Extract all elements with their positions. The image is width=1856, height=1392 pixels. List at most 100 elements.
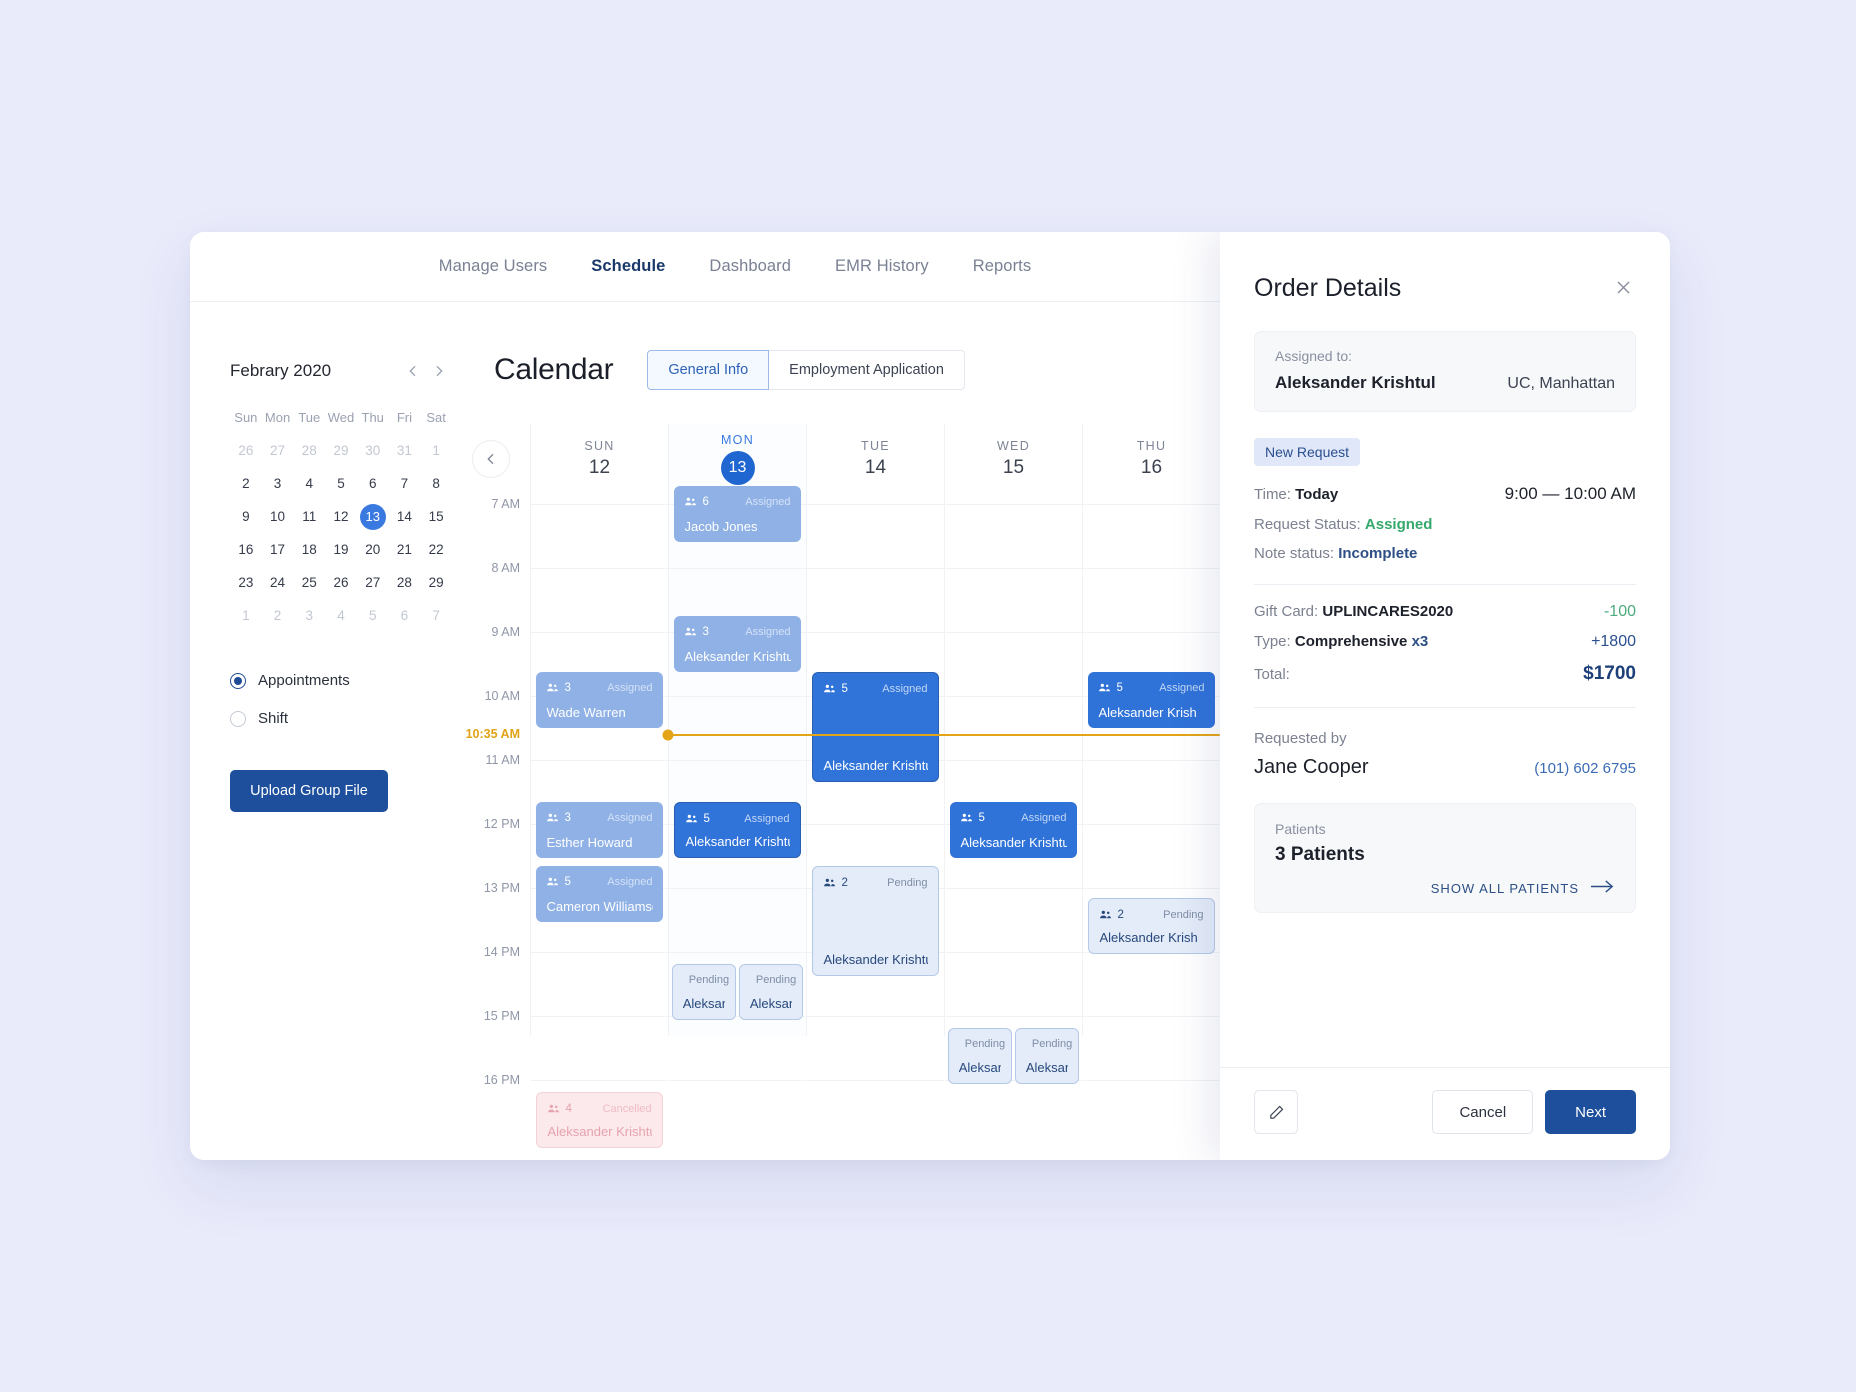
calendar-event[interactable]: 5 Assigned Aleksander Krishtul [950, 802, 1077, 858]
nav-item-manage-users[interactable]: Manage Users [439, 257, 548, 276]
next-button[interactable]: Next [1545, 1090, 1636, 1134]
mini-calendar-day-selected[interactable]: 13 [357, 503, 389, 531]
mini-calendar-day[interactable]: 27 [357, 569, 389, 597]
mini-calendar-day[interactable]: 1 [420, 437, 452, 465]
upload-group-file-button[interactable]: Upload Group File [230, 770, 388, 812]
requester-phone[interactable]: (101) 602 6795 [1534, 760, 1636, 777]
calendar-event[interactable]: Pending Aleksande [947, 1028, 1013, 1084]
day-column-mon[interactable]: 6 Assigned Jacob Jones 3 Assigned Aleksander … [668, 486, 806, 1081]
show-all-patients-button[interactable]: SHOW ALL PATIENTS [1275, 880, 1615, 896]
mini-calendar-day[interactable]: 28 [389, 569, 421, 597]
mini-calendar-day[interactable]: 25 [293, 569, 325, 597]
mini-calendar-day[interactable]: 26 [230, 437, 262, 465]
calendar-event[interactable]: Pending Aleksande [1014, 1028, 1080, 1084]
calendar-event[interactable]: 3 Assigned Aleksander Krishtul [674, 616, 801, 672]
mini-calendar-day[interactable]: 22 [420, 536, 452, 564]
mini-calendar-day[interactable]: 28 [293, 437, 325, 465]
mini-calendar-day[interactable]: 15 [420, 503, 452, 531]
calendar-event[interactable]: 6 Assigned Jacob Jones [674, 486, 801, 542]
mini-calendar-day[interactable]: 18 [293, 536, 325, 564]
mini-calendar-day[interactable]: 2 [262, 602, 294, 630]
nav-item-emr-history[interactable]: EMR History [835, 257, 929, 276]
calendar-event[interactable]: 5 Assigned Aleksander Krishtul [674, 802, 801, 858]
mini-calendar-day[interactable]: 29 [325, 437, 357, 465]
mini-calendar-day[interactable]: 20 [357, 536, 389, 564]
day-column-wed[interactable]: 5 Assigned Aleksander Krishtul Pending Aleks… [944, 494, 1082, 1084]
next-month-button[interactable] [426, 358, 452, 384]
nav-item-dashboard[interactable]: Dashboard [709, 257, 791, 276]
mini-calendar-day[interactable]: 3 [262, 470, 294, 498]
mini-calendar-day[interactable]: 12 [325, 503, 357, 531]
day-column-tue[interactable]: 5 Assigned Aleksander Krishtul 2 Pending Alek… [806, 494, 944, 1081]
day-header-sun[interactable]: SUN 12 [530, 424, 668, 494]
calendar-event[interactable]: Pending Aleksande [671, 964, 737, 1020]
mini-calendar-day[interactable]: 4 [325, 602, 357, 630]
mini-calendar-month: Febrary 2020 [230, 361, 332, 380]
calendar-event[interactable]: 2 Pending Aleksander Krishtul [812, 866, 939, 976]
mini-calendar-day[interactable]: 16 [230, 536, 262, 564]
tab-employment-application[interactable]: Employment Application [769, 350, 965, 390]
event-person-name: Cameron Williamson [546, 899, 652, 914]
event-attendee-count: 2 [1099, 908, 1124, 921]
radio-shift[interactable]: Shift [230, 710, 462, 727]
calendar-event[interactable]: 5 Assigned Cameron Williamson [536, 866, 663, 922]
mini-calendar-day[interactable]: 7 [420, 602, 452, 630]
day-header-thu[interactable]: THU 16 [1082, 424, 1220, 494]
cancel-button[interactable]: Cancel [1432, 1090, 1534, 1134]
tab-general-info[interactable]: General Info [647, 350, 770, 390]
mini-calendar-day[interactable]: 26 [325, 569, 357, 597]
mini-calendar-day[interactable]: 10 [262, 503, 294, 531]
day-column-sun[interactable]: 3 Assigned Wade Warren 3 Assigned Esther Howa… [530, 494, 668, 1148]
nav-item-schedule[interactable]: Schedule [591, 257, 665, 276]
calendar-event[interactable]: 5 Assigned Aleksander Krishtul [812, 672, 939, 782]
note-status-row: Note status: Incomplete [1254, 545, 1636, 562]
grid-line [807, 504, 944, 505]
day-header-mon[interactable]: MON 13 [668, 424, 806, 494]
grid-line [807, 1016, 944, 1017]
mini-calendar-day[interactable]: 14 [389, 503, 421, 531]
mini-calendar-day[interactable]: 9 [230, 503, 262, 531]
nav-item-reports[interactable]: Reports [973, 257, 1031, 276]
calendar-event[interactable]: 5 Assigned Aleksander Krish [1088, 672, 1215, 728]
mini-calendar-day[interactable]: 5 [357, 602, 389, 630]
mini-calendar-day[interactable]: 3 [293, 602, 325, 630]
mini-calendar-day[interactable]: 31 [389, 437, 421, 465]
mini-calendar-day[interactable]: 2 [230, 470, 262, 498]
prev-month-button[interactable] [400, 358, 426, 384]
mini-calendar-day[interactable]: 29 [420, 569, 452, 597]
mini-calendar-day[interactable]: 19 [325, 536, 357, 564]
mini-calendar-day[interactable]: 27 [262, 437, 294, 465]
day-header-wed[interactable]: WED 15 [944, 424, 1082, 494]
pencil-icon[interactable] [1254, 1090, 1298, 1134]
grid-line [1083, 568, 1220, 569]
calendar-event[interactable]: Pending Aleksande [738, 964, 804, 1020]
main-region: Manage Users Schedule Dashboard EMR History… [190, 232, 1220, 1160]
mini-calendar-day[interactable]: 21 [389, 536, 421, 564]
day-number: 15 [1002, 457, 1025, 478]
day-header-tue[interactable]: TUE 14 [806, 424, 944, 494]
close-icon[interactable] [1610, 274, 1636, 300]
mini-calendar-day[interactable]: 6 [389, 602, 421, 630]
event-attendee-count: 4 [547, 1102, 572, 1115]
day-column-thu[interactable]: 5 Assigned Aleksander Krish 2 Pending Aleksan… [1082, 494, 1220, 1081]
mini-calendar-day[interactable]: 8 [420, 470, 452, 498]
mini-calendar-day[interactable]: 30 [357, 437, 389, 465]
mini-calendar-day[interactable]: 1 [230, 602, 262, 630]
prev-week-button[interactable] [472, 440, 510, 478]
calendar-event[interactable]: 2 Pending Aleksander Krish [1088, 898, 1215, 954]
calendar-event[interactable]: 3 Assigned Wade Warren [536, 672, 663, 728]
mini-calendar-day[interactable]: 6 [357, 470, 389, 498]
patients-count: 3 Patients [1275, 844, 1365, 865]
calendar-event[interactable]: 3 Assigned Esther Howard [536, 802, 663, 858]
mini-calendar-day[interactable]: 23 [230, 569, 262, 597]
mini-calendar-day[interactable]: 4 [293, 470, 325, 498]
grid-line [669, 568, 806, 569]
mini-calendar-day[interactable]: 24 [262, 569, 294, 597]
mini-calendar-day[interactable]: 5 [325, 470, 357, 498]
mini-calendar-day[interactable]: 11 [293, 503, 325, 531]
radio-appointments[interactable]: Appointments [230, 672, 462, 689]
event-status: Pending [1163, 908, 1204, 921]
calendar-event[interactable]: 4 Cancelled Aleksander Krishtul [536, 1092, 663, 1148]
mini-calendar-day[interactable]: 17 [262, 536, 294, 564]
mini-calendar-day[interactable]: 7 [389, 470, 421, 498]
